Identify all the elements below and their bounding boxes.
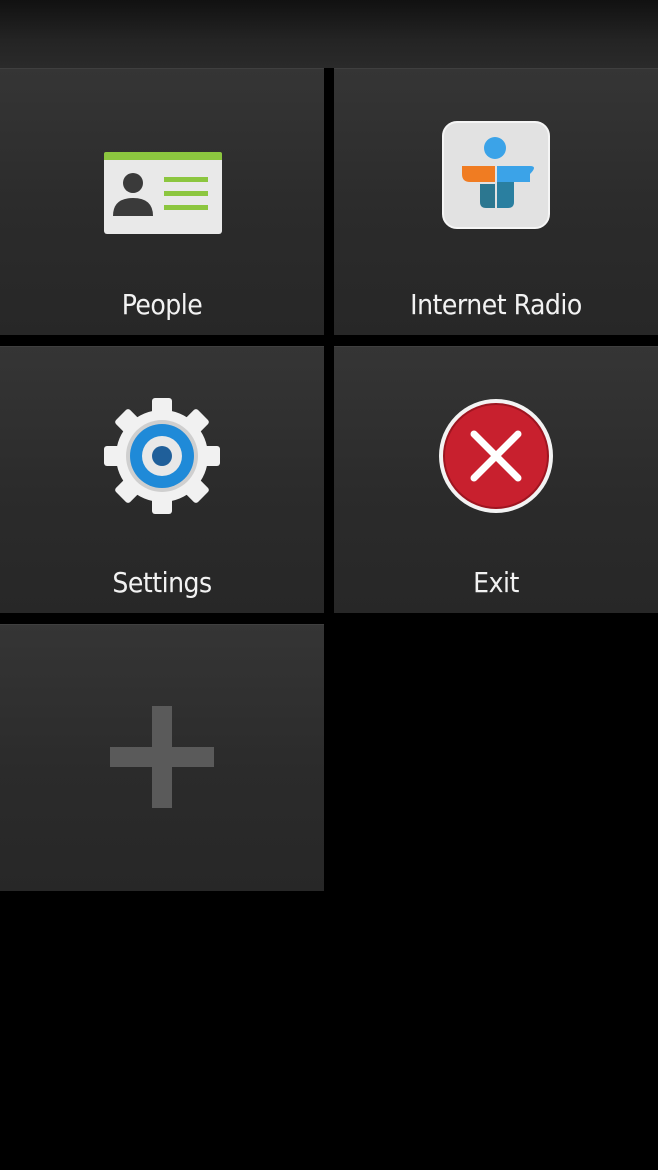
internet-radio-label: Internet Radio: [410, 288, 582, 321]
settings-tile[interactable]: Settings: [0, 346, 324, 613]
add-tile[interactable]: [0, 624, 324, 891]
contact-card-icon: [100, 120, 224, 244]
people-tile[interactable]: People: [0, 68, 324, 335]
internet-radio-tile[interactable]: Internet Radio: [334, 68, 658, 335]
close-icon: [434, 398, 558, 522]
settings-label: Settings: [112, 566, 212, 599]
exit-label: Exit: [473, 566, 519, 599]
top-bar: [0, 0, 658, 68]
tunein-radio-icon: [434, 120, 558, 244]
gear-icon: [100, 398, 224, 522]
exit-tile[interactable]: Exit: [334, 346, 658, 613]
app-drawer-screen: People Internet Radio Settings Exit: [0, 0, 658, 1170]
people-label: People: [121, 288, 203, 321]
plus-icon: [106, 700, 218, 812]
